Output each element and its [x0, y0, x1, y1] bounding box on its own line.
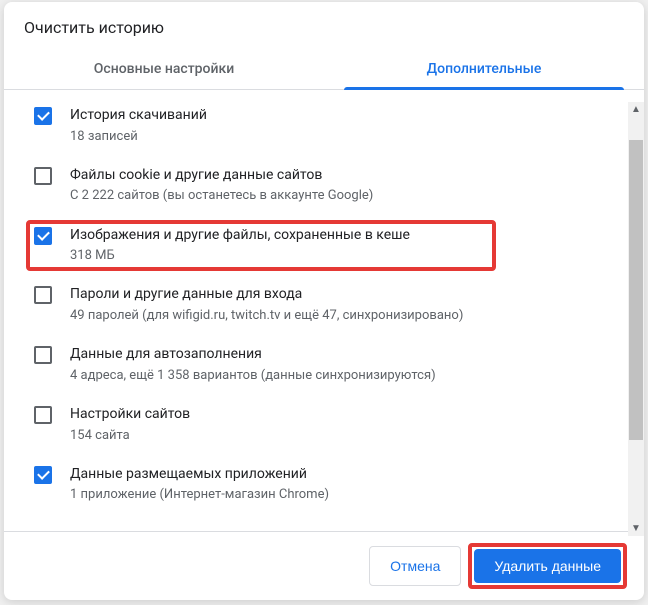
checkbox-site-settings[interactable] [34, 406, 52, 424]
item-label: Файлы cookie и другие данные сайтов [70, 166, 624, 186]
scroll-down-icon[interactable]: ▼ [631, 523, 641, 534]
item-label: История скачиваний [70, 106, 624, 126]
item-autofill: Данные для автозаполнения 4 адреса, ещё … [4, 335, 644, 395]
clear-history-dialog: Очистить историю Основные настройки Допо… [4, 2, 644, 600]
checkbox-hosted-apps[interactable] [34, 466, 52, 484]
item-download-history: История скачиваний 18 записей [4, 96, 644, 156]
item-cookies: Файлы cookie и другие данные сайтов С 2 … [4, 156, 644, 216]
item-text: Данные размещаемых приложений 1 приложен… [70, 465, 624, 505]
item-text: Изображения и другие файлы, сохраненные … [70, 226, 624, 266]
confirm-highlight: Удалить данные [471, 546, 624, 586]
item-text: Пароли и другие данные для входа 49 паро… [70, 285, 624, 325]
item-label: Пароли и другие данные для входа [70, 285, 624, 305]
scrollbar-thumb[interactable] [629, 140, 643, 440]
checkbox-download-history[interactable] [34, 107, 52, 125]
checkbox-cached-images[interactable] [34, 227, 52, 245]
item-sub: 4 адреса, ещё 1 358 вариантов (данные си… [70, 367, 624, 385]
cancel-button[interactable]: Отмена [369, 546, 461, 586]
item-hosted-apps: Данные размещаемых приложений 1 приложен… [4, 455, 644, 515]
item-sub: С 2 222 сайтов (вы останетесь в аккаунте… [70, 187, 624, 205]
item-text: История скачиваний 18 записей [70, 106, 624, 146]
tab-advanced[interactable]: Дополнительные [324, 49, 644, 89]
item-text: Данные для автозаполнения 4 адреса, ещё … [70, 345, 624, 385]
item-sub: 318 МБ [70, 247, 624, 265]
item-text: Настройки сайтов 154 сайта [70, 405, 624, 445]
options-list: История скачиваний 18 записей Файлы cook… [4, 90, 644, 531]
item-sub: 1 приложение (Интернет-магазин Chrome) [70, 486, 624, 504]
tab-basic[interactable]: Основные настройки [4, 49, 324, 89]
item-sub: 49 паролей (для wifigid.ru, twitch.tv и … [70, 307, 624, 325]
item-sub: 18 записей [70, 128, 624, 146]
item-label: Данные для автозаполнения [70, 345, 624, 365]
item-label: Настройки сайтов [70, 405, 624, 425]
item-site-settings: Настройки сайтов 154 сайта [4, 395, 644, 455]
item-sub: 154 сайта [70, 427, 624, 445]
dialog-footer: Отмена Удалить данные [4, 531, 644, 600]
checkbox-passwords[interactable] [34, 286, 52, 304]
item-label: Данные размещаемых приложений [70, 465, 624, 485]
checkbox-cookies[interactable] [34, 167, 52, 185]
tabs: Основные настройки Дополнительные [4, 49, 644, 90]
item-cached-images: Изображения и другие файлы, сохраненные … [4, 216, 644, 276]
item-label: Изображения и другие файлы, сохраненные … [70, 226, 624, 246]
dialog-title: Очистить историю [4, 2, 644, 49]
scroll-up-icon[interactable]: ▲ [631, 104, 641, 115]
item-text: Файлы cookie и другие данные сайтов С 2 … [70, 166, 624, 206]
checkbox-autofill[interactable] [34, 346, 52, 364]
item-passwords: Пароли и другие данные для входа 49 паро… [4, 275, 644, 335]
confirm-button[interactable]: Удалить данные [474, 549, 621, 583]
